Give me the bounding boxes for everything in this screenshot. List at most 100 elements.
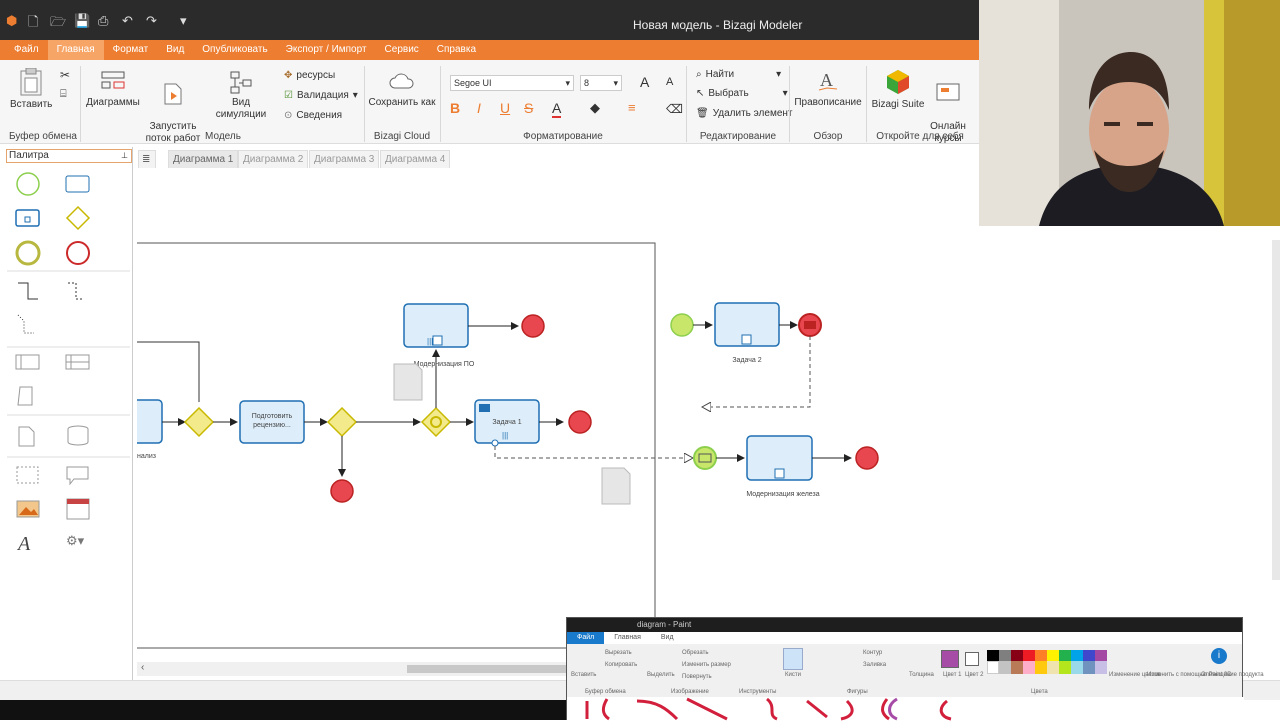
palette-gateway[interactable] xyxy=(65,205,91,231)
palette-subprocess[interactable] xyxy=(15,209,40,227)
paint-resize[interactable]: Изменить размер xyxy=(682,662,731,668)
save-icon[interactable]: 💾 xyxy=(74,13,90,29)
data-object-2[interactable] xyxy=(601,467,631,505)
fill-color-icon[interactable]: ◆ xyxy=(590,100,600,116)
palette-group[interactable] xyxy=(16,466,39,484)
palette-task[interactable] xyxy=(65,175,90,193)
align-icon[interactable]: ≡ xyxy=(628,100,636,115)
font-size-select[interactable]: 8 ▾ xyxy=(580,75,622,91)
paint-fill[interactable]: Заливка xyxy=(863,662,886,668)
scroll-left-icon[interactable]: ‹ xyxy=(141,662,144,673)
bold-icon[interactable]: B xyxy=(450,100,460,116)
paint-menu-file[interactable]: Файл xyxy=(567,632,605,644)
paste-button[interactable]: Вставить xyxy=(10,68,52,111)
horizontal-scrollbar[interactable]: ‹ xyxy=(137,662,567,676)
paint-rotate[interactable]: Повернуть xyxy=(682,674,712,680)
product-alert-icon[interactable]: i xyxy=(1211,648,1227,664)
tab-diagram-3[interactable]: Диаграмма 3 xyxy=(309,150,380,168)
redo-icon[interactable]: ↷ xyxy=(146,13,157,29)
paint-color-palette[interactable] xyxy=(987,650,1107,674)
palette-comment[interactable] xyxy=(66,466,89,486)
diagram-canvas[interactable]: нализ Подготовить рецензию... ||| Модерни… xyxy=(137,170,1280,660)
resources-button[interactable]: ✥ ресурсы xyxy=(284,70,335,81)
menu-help[interactable]: Справка xyxy=(428,40,485,60)
palette-message-flow[interactable] xyxy=(68,282,82,300)
paint-menu-view[interactable]: Вид xyxy=(651,632,684,644)
palette-custom-icon[interactable]: ⚙▾ xyxy=(66,533,85,548)
print-icon[interactable]: ⎙ xyxy=(98,13,108,29)
diagrams-button[interactable]: Диаграммы xyxy=(86,70,140,109)
underline-icon[interactable]: U xyxy=(500,100,510,116)
save-as-cloud-button[interactable]: Сохранить как xyxy=(368,70,436,109)
paint-color2[interactable] xyxy=(965,652,979,666)
menu-export-import[interactable]: Экспорт / Импорт xyxy=(277,40,376,60)
paint-color1[interactable] xyxy=(941,650,959,668)
palette-data-object[interactable] xyxy=(18,426,35,447)
end-event-1[interactable] xyxy=(330,479,354,503)
spelling-button[interactable]: A Правописание xyxy=(794,68,862,109)
vertical-scrollbar[interactable] xyxy=(1272,240,1280,580)
palette-association[interactable] xyxy=(17,314,34,334)
end-event-2[interactable] xyxy=(521,314,545,338)
end-event-4[interactable] xyxy=(855,446,879,470)
palette-intermediate-event[interactable] xyxy=(15,240,41,266)
new-file-icon[interactable]: 🗋 xyxy=(28,13,38,35)
start-event[interactable] xyxy=(670,313,694,337)
scroll-thumb[interactable] xyxy=(407,665,567,673)
pool-boundary[interactable] xyxy=(137,242,656,649)
palette-text[interactable]: A xyxy=(16,533,31,555)
select-button[interactable]: ↖ Выбрать ▾ xyxy=(696,88,788,99)
tab-diagram-1[interactable]: Диаграмма 1 xyxy=(168,150,239,168)
font-color-icon[interactable]: A xyxy=(552,100,562,118)
tab-diagram-2[interactable]: Диаграмма 2 xyxy=(238,150,309,168)
task-analysis[interactable] xyxy=(137,399,163,444)
gateway-2[interactable] xyxy=(326,406,358,438)
paint-brushes[interactable] xyxy=(783,648,803,670)
find-button[interactable]: ⌕ Найти ▾ xyxy=(696,69,781,80)
grow-font-icon[interactable]: A xyxy=(640,74,649,90)
paint-crop[interactable]: Обрезать xyxy=(682,650,708,656)
paint-paste[interactable]: Вставить xyxy=(571,672,596,678)
pin-icon[interactable]: ⊥ xyxy=(121,150,128,162)
palette-annotation[interactable] xyxy=(17,386,33,406)
tab-list-icon[interactable]: ≣ xyxy=(138,150,156,168)
tab-diagram-4[interactable]: Диаграмма 4 xyxy=(380,150,451,168)
info-button[interactable]: ⊙ Сведения xyxy=(284,110,342,121)
palette-sequence-flow[interactable] xyxy=(18,282,38,300)
end-event-3[interactable] xyxy=(568,410,592,434)
customize-quick-access-icon[interactable]: ▾ xyxy=(180,13,187,29)
menu-service[interactable]: Сервис xyxy=(376,40,428,60)
menu-home[interactable]: Главная xyxy=(47,40,104,60)
italic-icon[interactable]: I xyxy=(477,100,481,116)
font-family-select[interactable]: Segoe UI ▾ xyxy=(450,75,574,91)
menu-file[interactable]: Файл xyxy=(0,40,48,60)
palette-start-event[interactable] xyxy=(16,172,40,196)
menu-format[interactable]: Формат xyxy=(104,40,158,60)
paint-select[interactable]: Выделить xyxy=(647,672,675,678)
format-painter-icon[interactable]: ⌸ xyxy=(60,88,67,101)
gateway-3[interactable] xyxy=(420,406,452,438)
bizagi-suite-button[interactable]: Bizagi Suite xyxy=(870,68,926,111)
paint-menu-home[interactable]: Главная xyxy=(604,632,651,644)
message-icon xyxy=(479,404,490,412)
simulation-view-button[interactable]: Вид симуляции xyxy=(206,70,276,121)
clear-format-icon[interactable]: ⌫ xyxy=(666,102,683,116)
delete-element-button[interactable]: 🗑 Удалить элемент xyxy=(696,108,792,119)
validation-button[interactable]: ☑ Валидация ▾ xyxy=(284,90,358,101)
menu-view[interactable]: Вид xyxy=(157,40,193,60)
palette-pool[interactable] xyxy=(15,354,40,370)
paint-size[interactable]: Толщина xyxy=(909,672,934,678)
paint-outline[interactable]: Контур xyxy=(863,650,882,656)
strikethrough-icon[interactable]: S xyxy=(524,100,533,116)
palette-end-event[interactable] xyxy=(66,241,90,265)
undo-icon[interactable]: ↶ xyxy=(122,13,133,29)
shrink-font-icon[interactable]: A xyxy=(666,76,673,88)
paint-cut[interactable]: Вырезать xyxy=(605,650,632,656)
paint-copy[interactable]: Копировать xyxy=(605,662,637,668)
message-start-event[interactable] xyxy=(693,446,717,470)
menu-publish[interactable]: Опубликовать xyxy=(193,40,276,60)
gateway-1[interactable] xyxy=(183,406,215,438)
cut-icon[interactable]: ✂ xyxy=(60,68,70,82)
data-object-1[interactable] xyxy=(393,363,423,401)
open-file-icon[interactable]: 🗁 xyxy=(50,13,66,35)
